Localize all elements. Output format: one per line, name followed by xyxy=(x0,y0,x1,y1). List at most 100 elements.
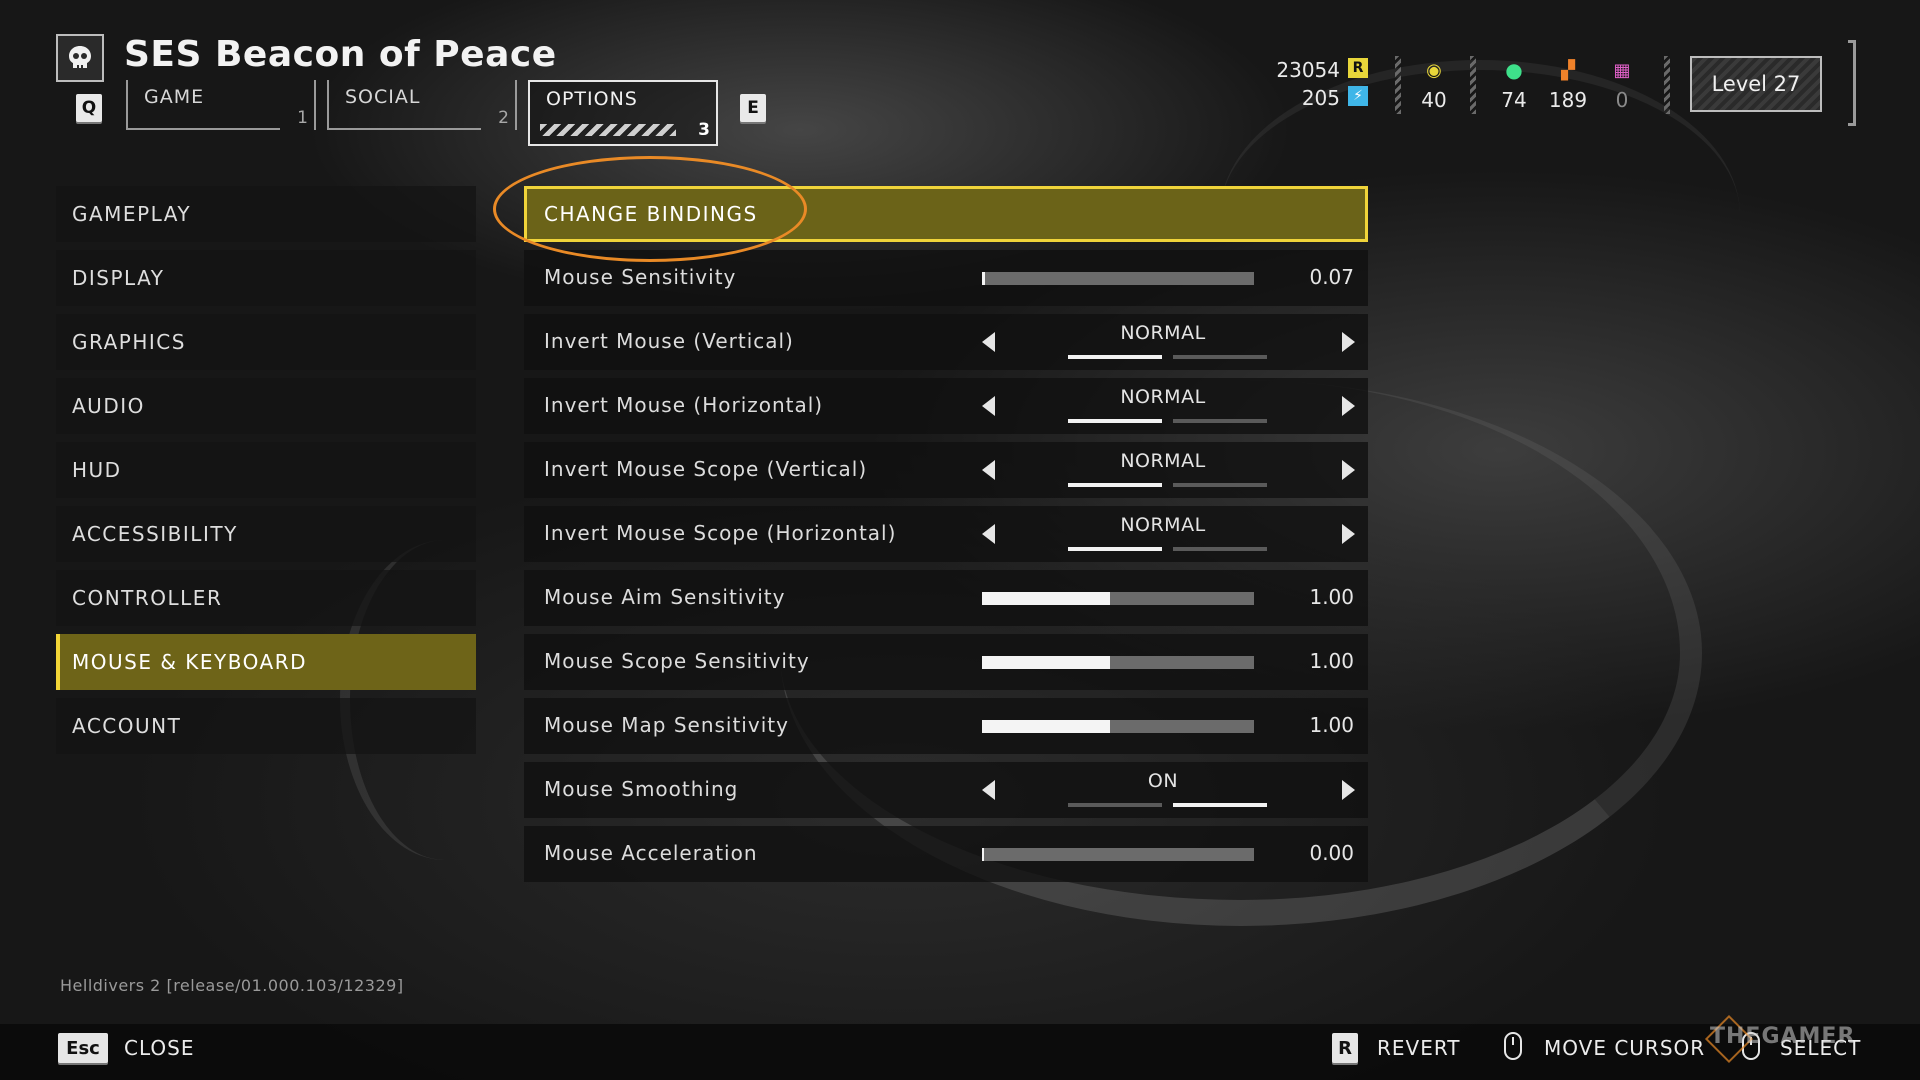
setting-label: Invert Mouse Scope (Horizontal) xyxy=(544,521,897,545)
setting-invert-mouse-horizontal: Invert Mouse (Horizontal) NORMAL xyxy=(524,378,1368,434)
option-indicator xyxy=(1173,355,1267,359)
tab-number: 3 xyxy=(698,120,710,140)
slider-value: 0.00 xyxy=(1309,841,1354,865)
setting-invert-scope-vertical: Invert Mouse Scope (Vertical) NORMAL xyxy=(524,442,1368,498)
setting-label: Invert Mouse Scope (Vertical) xyxy=(544,457,868,481)
common-samples-count: 74 xyxy=(1501,88,1527,112)
tab-game[interactable]: GAME 1 xyxy=(126,80,316,130)
tab-social[interactable]: SOCIAL 2 xyxy=(327,80,517,130)
setting-label: Mouse Sensitivity xyxy=(544,265,737,289)
setting-label: Mouse Smoothing xyxy=(544,777,739,801)
slider-fill xyxy=(982,272,985,285)
arrow-right-icon[interactable] xyxy=(1342,396,1355,416)
menu-item-audio[interactable]: AUDIO xyxy=(56,378,476,434)
close-label[interactable]: CLOSE xyxy=(124,1036,194,1060)
slider-value: 1.00 xyxy=(1309,585,1354,609)
tab-underline xyxy=(329,128,481,130)
setting-label: Mouse Acceleration xyxy=(544,841,758,865)
medals-count: 40 xyxy=(1421,88,1447,112)
setting-mouse-scope-sensitivity: Mouse Scope Sensitivity 1.00 xyxy=(524,634,1368,690)
resource-divider xyxy=(1664,56,1670,114)
slider-fill xyxy=(982,848,985,861)
arrow-right-icon[interactable] xyxy=(1342,524,1355,544)
mouse-sensitivity-slider[interactable] xyxy=(982,272,1254,285)
version-string: Helldivers 2 [release/01.000.103/12329] xyxy=(60,976,404,995)
setting-label: Invert Mouse (Vertical) xyxy=(544,329,794,353)
scope-sensitivity-slider[interactable] xyxy=(982,656,1254,669)
menu-item-graphics[interactable]: GRAPHICS xyxy=(56,314,476,370)
medal-icon: ◉ xyxy=(1426,59,1442,81)
rare-samples-count: 189 xyxy=(1548,88,1588,112)
option-indicator xyxy=(1068,547,1162,551)
resource-divider xyxy=(1395,56,1401,114)
level-badge: Level 27 xyxy=(1690,56,1822,112)
esc-key[interactable]: Esc xyxy=(58,1033,108,1063)
header-bracket xyxy=(1848,40,1856,126)
tab-number: 1 xyxy=(297,108,308,128)
prev-tab-key[interactable]: Q xyxy=(76,94,102,122)
setting-label: Mouse Map Sensitivity xyxy=(544,713,789,737)
menu-item-mouse-keyboard[interactable]: MOUSE & KEYBOARD xyxy=(56,634,476,690)
setting-label: Mouse Aim Sensitivity xyxy=(544,585,786,609)
aim-sensitivity-slider[interactable] xyxy=(982,592,1254,605)
tab-number: 2 xyxy=(498,108,509,128)
ship-name-title: SES Beacon of Peace xyxy=(124,34,557,75)
selector-value: NORMAL xyxy=(1120,514,1206,536)
selector-value: NORMAL xyxy=(1120,322,1206,344)
skull-icon xyxy=(56,34,104,82)
setting-mouse-acceleration: Mouse Acceleration 0.00 xyxy=(524,826,1368,882)
slider-value: 1.00 xyxy=(1309,713,1354,737)
move-cursor-label: MOVE CURSOR xyxy=(1544,1036,1706,1060)
menu-item-gameplay[interactable]: GAMEPLAY xyxy=(56,186,476,242)
next-tab-key[interactable]: E xyxy=(740,94,766,122)
setting-mouse-map-sensitivity: Mouse Map Sensitivity 1.00 xyxy=(524,698,1368,754)
watermark: THEGAMER xyxy=(1710,1024,1856,1049)
options-category-menu: GAMEPLAY DISPLAY GRAPHICS AUDIO HUD ACCE… xyxy=(56,186,476,762)
menu-item-display[interactable]: DISPLAY xyxy=(56,250,476,306)
option-indicator xyxy=(1068,803,1162,807)
selector-value: NORMAL xyxy=(1120,450,1206,472)
resource-divider xyxy=(1470,56,1476,114)
requisition-count: 23054 xyxy=(1276,58,1340,82)
map-sensitivity-slider[interactable] xyxy=(982,720,1254,733)
tab-label: GAME xyxy=(144,86,205,108)
super-credits-count: 205 xyxy=(1301,86,1340,110)
common-sample-icon: ● xyxy=(1505,58,1523,82)
arrow-left-icon[interactable] xyxy=(982,396,995,416)
arrow-left-icon[interactable] xyxy=(982,460,995,480)
selector-value: ON xyxy=(1147,770,1179,792)
slider-fill xyxy=(982,656,1110,669)
revert-label[interactable]: REVERT xyxy=(1377,1036,1461,1060)
revert-key[interactable]: R xyxy=(1332,1033,1358,1063)
mouse-acceleration-slider[interactable] xyxy=(982,848,1254,861)
arrow-left-icon[interactable] xyxy=(982,780,995,800)
menu-item-account[interactable]: ACCOUNT xyxy=(56,698,476,754)
rare-sample-icon: ▞ xyxy=(1561,59,1575,81)
slider-fill xyxy=(982,592,1110,605)
menu-item-controller[interactable]: CONTROLLER xyxy=(56,570,476,626)
arrow-right-icon[interactable] xyxy=(1342,780,1355,800)
arrow-left-icon[interactable] xyxy=(982,332,995,352)
active-tab-indicator xyxy=(540,124,676,136)
arrow-right-icon[interactable] xyxy=(1342,460,1355,480)
option-indicator xyxy=(1068,483,1162,487)
tab-underline xyxy=(128,128,280,130)
slider-value: 1.00 xyxy=(1309,649,1354,673)
setting-mouse-aim-sensitivity: Mouse Aim Sensitivity 1.00 xyxy=(524,570,1368,626)
slider-value: 0.07 xyxy=(1309,265,1354,289)
super-credits-icon: ⚡ xyxy=(1348,86,1368,106)
option-indicator xyxy=(1173,483,1267,487)
menu-item-accessibility[interactable]: ACCESSIBILITY xyxy=(56,506,476,562)
tab-options[interactable]: OPTIONS 3 xyxy=(528,80,718,146)
setting-mouse-smoothing: Mouse Smoothing ON xyxy=(524,762,1368,818)
setting-label: Mouse Scope Sensitivity xyxy=(544,649,810,673)
option-indicator xyxy=(1068,355,1162,359)
tab-label: OPTIONS xyxy=(546,88,638,110)
slider-fill xyxy=(982,720,1110,733)
option-indicator xyxy=(1068,419,1162,423)
setting-invert-mouse-vertical: Invert Mouse (Vertical) NORMAL xyxy=(524,314,1368,370)
arrow-right-icon[interactable] xyxy=(1342,332,1355,352)
requisition-icon: R xyxy=(1348,58,1368,78)
arrow-left-icon[interactable] xyxy=(982,524,995,544)
menu-item-hud[interactable]: HUD xyxy=(56,442,476,498)
